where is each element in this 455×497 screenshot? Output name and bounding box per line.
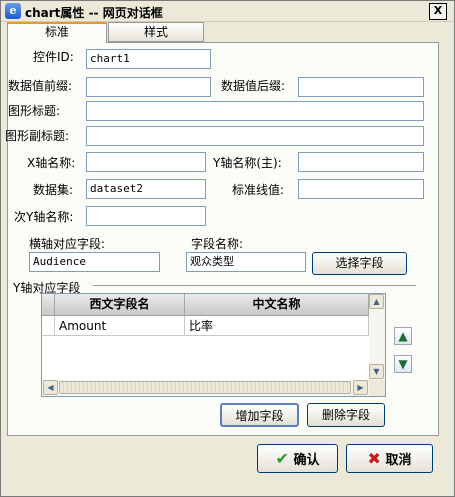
table-cell-name[interactable]: 比率	[185, 316, 369, 336]
table-cell-field[interactable]: Amount	[55, 316, 185, 336]
column-header-field[interactable]: 西文字段名	[55, 294, 185, 316]
arrow-down-icon[interactable]: ▼	[394, 355, 412, 373]
field-name-label: 字段名称:	[191, 237, 244, 251]
value-prefix-label: 数据值前缀:	[8, 79, 73, 93]
scroll-right-icon[interactable]: ▶	[353, 380, 368, 395]
group-divider	[93, 285, 416, 286]
x-axis-field-input[interactable]: Audience	[29, 252, 160, 272]
ie-icon: e	[5, 3, 21, 19]
standard-line-input[interactable]	[298, 179, 424, 199]
tab-standard[interactable]: 标准	[7, 22, 107, 43]
y-axis-name-label: Y轴名称(主):	[213, 156, 282, 170]
vertical-scrollbar[interactable]: ▲ ▼	[369, 294, 385, 380]
graph-title-label: 图形标题:	[8, 104, 61, 118]
graph-title-input[interactable]	[86, 101, 424, 121]
value-prefix-input[interactable]	[86, 77, 211, 97]
cancel-button[interactable]: ✖ 取消	[346, 444, 433, 473]
horizontal-scroll-thumb[interactable]	[59, 381, 351, 394]
x-axis-field-label: 横轴对应字段:	[29, 237, 106, 251]
checkmark-icon: ✔	[275, 449, 289, 468]
scroll-left-icon[interactable]: ◀	[43, 380, 58, 395]
dialog-window: e chart属性 -- 网页对话框 X 标准 样式 控件ID: chart1 …	[0, 0, 455, 497]
field-name-input[interactable]: 观众类型	[186, 252, 306, 272]
graph-subtitle-label: 图形副标题:	[5, 129, 70, 143]
tab-style[interactable]: 样式	[108, 22, 204, 42]
secondary-y-axis-label: 次Y轴名称:	[14, 210, 74, 224]
cancel-button-label: 取消	[385, 453, 412, 468]
standard-line-label: 标准线值:	[232, 183, 285, 197]
scroll-down-icon[interactable]: ▼	[369, 364, 384, 379]
control-id-label: 控件ID:	[33, 50, 74, 64]
close-icon: X	[433, 4, 443, 17]
ok-button[interactable]: ✔ 确认	[257, 444, 338, 473]
x-axis-name-label: X轴名称:	[27, 156, 76, 170]
title-bar[interactable]: e chart属性 -- 网页对话框 X	[1, 1, 454, 22]
dataset-input[interactable]: dataset2	[86, 179, 206, 199]
ok-button-label: 确认	[293, 453, 320, 468]
arrow-up-icon[interactable]: ▲	[394, 327, 412, 345]
row-header[interactable]	[42, 316, 55, 336]
add-field-button[interactable]: 增加字段	[220, 403, 299, 427]
column-header-name[interactable]: 中文名称	[185, 294, 369, 316]
close-button[interactable]: X	[429, 3, 447, 20]
y-fields-grid[interactable]: 西文字段名 中文名称 Amount 比率 ▲ ▼ ◀ ▶	[41, 293, 386, 397]
delete-field-button[interactable]: 删除字段	[307, 403, 385, 427]
control-id-input[interactable]: chart1	[86, 49, 211, 69]
x-icon: ✖	[367, 449, 381, 468]
value-suffix-label: 数据值后缀:	[221, 79, 286, 93]
value-suffix-input[interactable]	[298, 77, 424, 97]
window-title: chart属性 -- 网页对话框	[25, 6, 163, 20]
select-field-button[interactable]: 选择字段	[312, 252, 407, 275]
horizontal-scrollbar[interactable]: ◀ ▶	[42, 380, 385, 396]
row-header-corner	[42, 294, 55, 316]
x-axis-name-input[interactable]	[86, 152, 206, 172]
y-axis-name-input[interactable]	[298, 152, 424, 172]
scroll-up-icon[interactable]: ▲	[369, 294, 384, 309]
scroll-corner	[369, 380, 385, 396]
secondary-y-axis-input[interactable]	[86, 206, 206, 226]
dataset-label: 数据集:	[33, 183, 74, 197]
graph-subtitle-input[interactable]	[86, 126, 424, 146]
